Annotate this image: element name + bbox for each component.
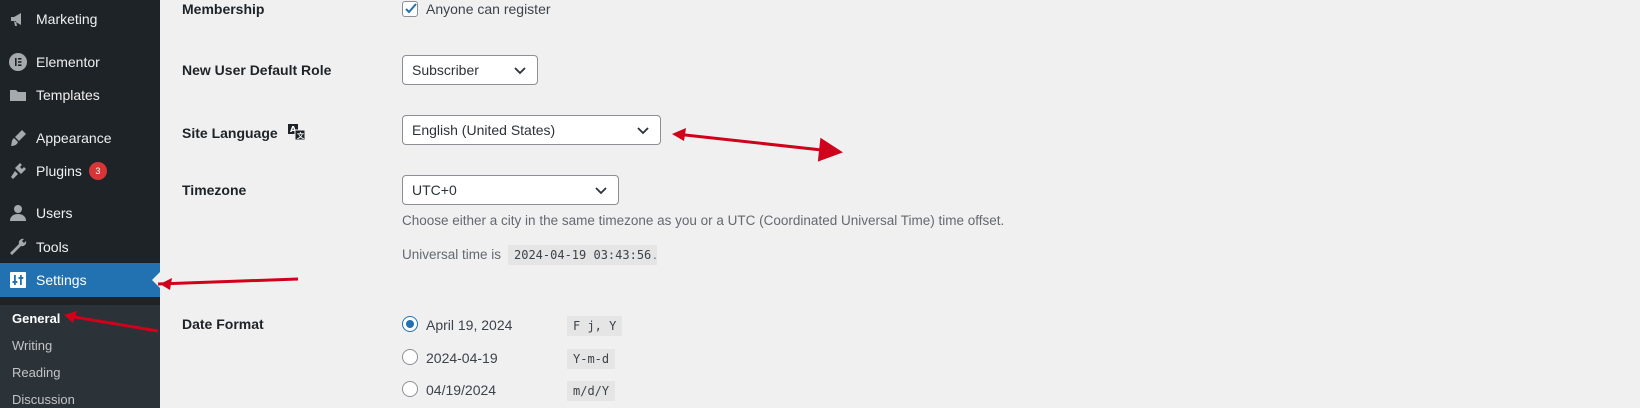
date-format-radio-3[interactable] <box>402 381 418 397</box>
date-format-radio-2[interactable] <box>402 349 418 365</box>
site-language-select[interactable]: English (United States) <box>402 115 661 145</box>
date-format-option-3[interactable]: 04/19/2024 <box>426 382 496 398</box>
membership-label: Membership <box>182 1 265 17</box>
update-count-badge: 3 <box>88 162 107 180</box>
submenu-item-reading[interactable]: Reading <box>12 365 60 380</box>
chevron-down-icon <box>514 67 526 75</box>
menu-label: Appearance <box>36 130 112 146</box>
plug-icon <box>0 161 36 181</box>
admin-sidebar: Marketing Elementor Templates Appearance… <box>0 0 160 408</box>
active-menu-pointer <box>152 272 160 288</box>
menu-item-users[interactable]: Users <box>0 196 160 230</box>
translation-icon: A 文 <box>287 124 306 141</box>
menu-label: Plugins <box>36 163 82 179</box>
arrow-to-site-language <box>675 132 843 162</box>
submenu-item-general[interactable]: General <box>12 311 60 326</box>
sliders-icon <box>0 270 36 290</box>
universal-time-text: Universal time is <box>402 247 502 262</box>
user-icon <box>0 203 36 223</box>
brush-icon <box>0 128 36 148</box>
timezone-description: Choose either a city in the same timezon… <box>402 213 1005 228</box>
date-format-code-2: Y-m-d <box>567 349 616 369</box>
folder-icon <box>0 85 36 105</box>
menu-label: Templates <box>36 87 100 103</box>
menu-label: Users <box>36 205 73 221</box>
menu-item-elementor[interactable]: Elementor <box>0 45 160 79</box>
site-language-label: Site Language A 文 <box>182 123 307 141</box>
submenu-item-discussion[interactable]: Discussion <box>12 392 75 407</box>
date-format-code-3: m/d/Y <box>567 381 616 401</box>
menu-item-plugins[interactable]: Plugins 3 <box>0 154 160 188</box>
menu-item-templates[interactable]: Templates <box>0 78 160 112</box>
menu-label: Tools <box>36 239 69 255</box>
date-format-label: Date Format <box>182 316 264 332</box>
date-format-radio-1[interactable] <box>402 316 418 332</box>
universal-time-suffix: . <box>653 247 657 262</box>
site-language-value: English (United States) <box>412 122 556 138</box>
menu-label: Marketing <box>36 11 98 27</box>
universal-time-value: 2024-04-19 03:43:56 <box>508 245 658 265</box>
date-format-code-1: F j, Y <box>567 316 623 336</box>
settings-submenu: General Writing Reading Discussion <box>0 305 160 408</box>
wrench-icon <box>0 237 36 257</box>
default-role-label: New User Default Role <box>182 62 332 78</box>
anyone-can-register-checkbox[interactable] <box>402 1 418 17</box>
svg-text:文: 文 <box>297 131 305 140</box>
date-format-option-1[interactable]: April 19, 2024 <box>426 317 512 333</box>
menu-label: Elementor <box>36 54 100 70</box>
menu-item-tools[interactable]: Tools <box>0 230 160 264</box>
menu-label: Settings <box>36 272 87 288</box>
menu-item-marketing[interactable]: Marketing <box>0 2 160 36</box>
chevron-down-icon <box>595 187 607 195</box>
date-format-option-2[interactable]: 2024-04-19 <box>426 350 498 366</box>
chevron-down-icon <box>637 127 649 135</box>
timezone-value: UTC+0 <box>412 182 457 198</box>
menu-item-settings[interactable]: Settings <box>0 263 160 297</box>
default-role-select[interactable]: Subscriber <box>402 55 538 85</box>
submenu-item-writing[interactable]: Writing <box>12 338 52 353</box>
elementor-icon <box>0 52 36 72</box>
timezone-select[interactable]: UTC+0 <box>402 175 619 205</box>
megaphone-icon <box>0 9 36 29</box>
default-role-value: Subscriber <box>412 62 479 78</box>
arrow-to-settings <box>157 277 299 286</box>
anyone-can-register-label[interactable]: Anyone can register <box>426 1 551 17</box>
checkmark-icon <box>405 3 417 14</box>
menu-item-appearance[interactable]: Appearance <box>0 121 160 155</box>
timezone-label: Timezone <box>182 182 247 198</box>
